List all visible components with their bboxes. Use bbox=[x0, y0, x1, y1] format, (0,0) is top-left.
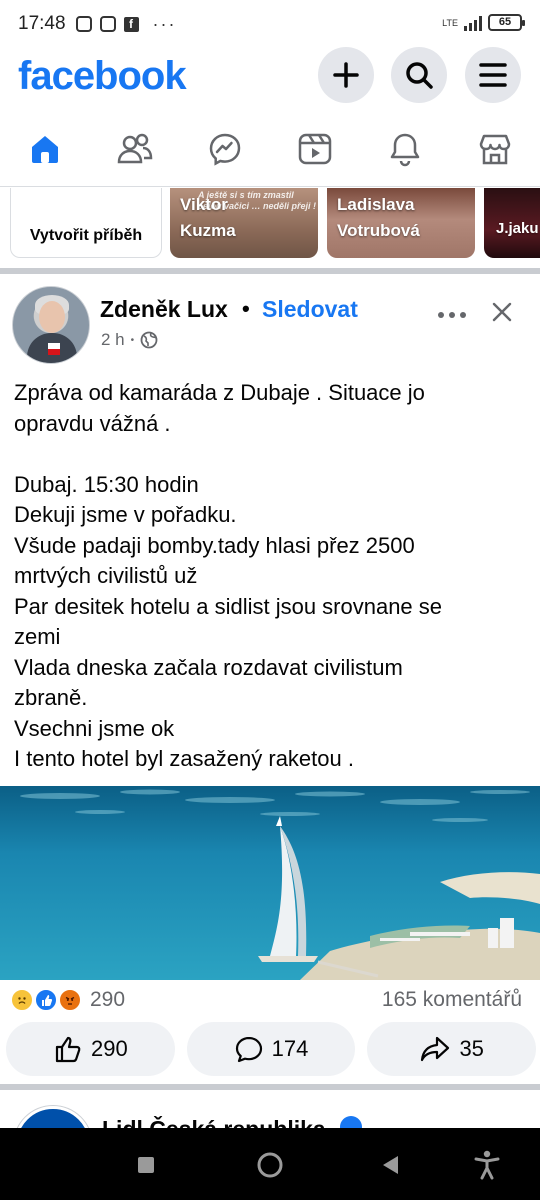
post-image[interactable] bbox=[0, 786, 540, 980]
tab-marketplace[interactable] bbox=[450, 118, 540, 180]
home-icon bbox=[32, 136, 58, 163]
meta-dot: • bbox=[130, 334, 135, 346]
menu-icon bbox=[479, 63, 507, 87]
post-author[interactable]: Lidl Česká republika bbox=[102, 1116, 326, 1128]
verified-badge-icon bbox=[340, 1116, 362, 1128]
back-button[interactable] bbox=[376, 1150, 406, 1180]
thumbs-up-icon bbox=[55, 1036, 81, 1063]
story-author: J.jaku bbox=[496, 220, 539, 237]
accessibility-button[interactable] bbox=[472, 1150, 502, 1180]
friends-icon bbox=[117, 133, 153, 164]
menu-button[interactable] bbox=[465, 47, 521, 103]
follow-button[interactable]: Sledovat bbox=[262, 296, 358, 323]
reactions-summary[interactable]: 290 165 komentářů bbox=[0, 984, 540, 1016]
story-author: Viktor Kuzma bbox=[180, 195, 236, 240]
story-card[interactable]: A ještě si s tím zmastil celou vačici … … bbox=[170, 188, 318, 258]
facebook-logo[interactable]: facebook bbox=[18, 54, 187, 99]
story-author: Ladislava Votrubová bbox=[337, 195, 420, 240]
like-count: 290 bbox=[90, 1036, 128, 1061]
accessibility-icon bbox=[474, 1150, 500, 1180]
next-post: Lidl Česká republika bbox=[0, 1092, 540, 1128]
comment-count: 174 bbox=[271, 1036, 309, 1061]
feed-separator bbox=[0, 1084, 540, 1090]
post-more-button[interactable] bbox=[438, 304, 472, 326]
feed-separator bbox=[0, 268, 540, 274]
more-dot bbox=[449, 312, 455, 318]
more-notifications-icon: ··· bbox=[152, 13, 177, 34]
bell-icon bbox=[390, 133, 420, 167]
avatar[interactable] bbox=[12, 286, 90, 364]
share-count: 35 bbox=[459, 1036, 484, 1061]
comments-count-link[interactable]: 165 komentářů bbox=[382, 988, 522, 1012]
globe-icon bbox=[140, 331, 158, 349]
signal-icon bbox=[464, 15, 482, 31]
post-author[interactable]: Zdeněk Lux bbox=[100, 296, 228, 323]
angry-reaction-icon bbox=[58, 988, 82, 1012]
story-card[interactable]: Ladislava Votrubová bbox=[327, 188, 475, 258]
stories-row: Vytvořit příběh A ještě si s tím zmastil… bbox=[0, 188, 540, 264]
notification-icons: f bbox=[75, 16, 139, 32]
share-icon bbox=[421, 1036, 450, 1062]
reaction-count: 290 bbox=[90, 988, 126, 1011]
comment-icon bbox=[235, 1036, 262, 1063]
avatar[interactable] bbox=[14, 1106, 92, 1128]
status-time: 17:48 bbox=[18, 13, 66, 34]
system-navigation-bar bbox=[0, 1128, 540, 1200]
call-icon bbox=[99, 16, 116, 32]
home-button[interactable] bbox=[255, 1150, 285, 1180]
close-icon bbox=[492, 302, 512, 322]
divider bbox=[0, 186, 540, 187]
comment-button[interactable]: 174 bbox=[186, 1022, 356, 1076]
call-icon bbox=[75, 16, 92, 32]
reaction-icons bbox=[10, 988, 90, 1012]
tab-home[interactable] bbox=[0, 118, 90, 180]
create-button[interactable] bbox=[318, 47, 374, 103]
more-dot bbox=[460, 312, 466, 318]
search-icon bbox=[406, 62, 433, 89]
marketplace-icon bbox=[479, 134, 511, 165]
tab-messenger[interactable] bbox=[180, 118, 270, 180]
battery-icon: 65 bbox=[488, 14, 525, 31]
post-actions: 290 174 35 bbox=[6, 1022, 537, 1078]
circle-icon bbox=[257, 1152, 283, 1178]
post-meta: 2 h • bbox=[101, 330, 158, 350]
status-right: LTE 65 bbox=[442, 14, 525, 31]
plus-icon bbox=[333, 62, 359, 88]
recents-button[interactable] bbox=[131, 1150, 161, 1180]
tab-notifications[interactable] bbox=[360, 118, 450, 180]
back-triangle-icon bbox=[383, 1156, 398, 1174]
more-dot bbox=[438, 312, 444, 318]
post-time[interactable]: 2 h bbox=[101, 330, 125, 350]
sad-reaction-icon bbox=[10, 988, 34, 1012]
dubai-sea-photo bbox=[0, 786, 540, 980]
flag-icon bbox=[48, 343, 60, 355]
create-story-label: Vytvořit příběh bbox=[29, 227, 143, 244]
create-story-card[interactable]: Vytvořit příběh bbox=[10, 188, 162, 258]
network-type: LTE bbox=[442, 17, 458, 28]
tab-friends[interactable] bbox=[90, 118, 180, 180]
like-reaction-icon bbox=[34, 988, 58, 1012]
main-tabs bbox=[0, 118, 540, 180]
hide-post-button[interactable] bbox=[490, 300, 514, 324]
search-button[interactable] bbox=[391, 47, 447, 103]
messenger-icon bbox=[209, 133, 241, 166]
video-icon bbox=[298, 133, 332, 165]
post-text: Zpráva od kamaráda z Dubaje . Situace jo… bbox=[14, 380, 443, 771]
separator-dot: • bbox=[242, 296, 250, 321]
story-card[interactable]: J.jaku bbox=[484, 188, 540, 258]
tab-video[interactable] bbox=[270, 118, 360, 180]
like-button[interactable]: 290 bbox=[6, 1022, 175, 1076]
status-bar: 17:48 f ··· LTE 65 bbox=[0, 0, 540, 48]
facebook-notification-icon: f bbox=[123, 16, 139, 32]
square-icon bbox=[138, 1157, 154, 1173]
share-button[interactable]: 35 bbox=[367, 1022, 537, 1076]
post-header: Zdeněk Lux • Sledovat 2 h • bbox=[0, 282, 540, 368]
app-header: facebook bbox=[0, 44, 540, 108]
